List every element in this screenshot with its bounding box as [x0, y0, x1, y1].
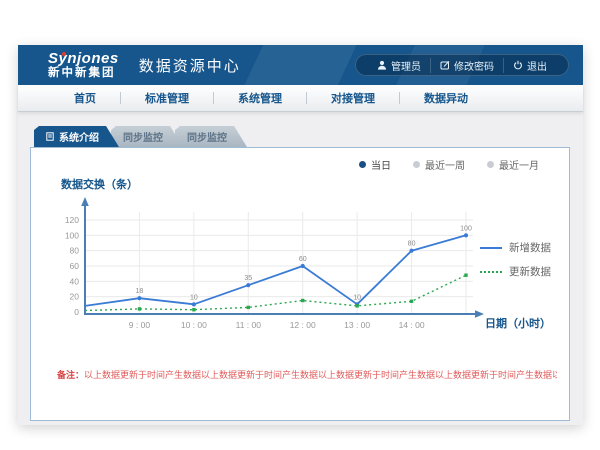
radio-unselected-icon [413, 161, 420, 168]
svg-text:120: 120 [65, 215, 79, 225]
change-password-button[interactable]: 修改密码 [430, 58, 503, 73]
tab-label: 同步监控 [123, 129, 163, 144]
radio-unselected-icon [487, 161, 494, 168]
range-option-3[interactable]: 最近一月 [487, 157, 539, 172]
svg-text:11 : 00: 11 : 00 [236, 320, 262, 330]
svg-text:9 : 00: 9 : 00 [129, 320, 151, 330]
svg-text:10: 10 [190, 294, 198, 301]
y-axis-title: 数据交换（条） [61, 176, 557, 192]
svg-text:20: 20 [70, 292, 80, 302]
document-icon [46, 132, 54, 141]
footnote-text: 以上数据更新于时间产生数据以上数据更新于时间产生数据以上数据更新于时间产生数据以… [84, 370, 557, 380]
synjones-logo: Synjones 新中新集团 [48, 51, 119, 79]
tab-label: 同步监控 [187, 129, 227, 144]
logout-button[interactable]: 退出 [503, 58, 556, 73]
time-range-options: 当日 最近一周 最近一月 [43, 156, 557, 172]
tab-1[interactable]: 系统介绍 [34, 126, 119, 147]
app-title: 数据资源中心 [139, 55, 241, 76]
svg-text:60: 60 [299, 256, 307, 263]
app-header: Synjones 新中新集团 数据资源中心 管理员 修改密码 退出 [18, 45, 583, 85]
current-user-label: 管理员 [391, 58, 421, 73]
footnote-label: 备注： [57, 370, 84, 380]
footnote: 备注：以上数据更新于时间产生数据以上数据更新于时间产生数据以上数据更新于时间产生… [57, 368, 557, 381]
edit-icon [440, 60, 450, 70]
radio-selected-icon [359, 161, 366, 168]
range-option-1[interactable]: 当日 [359, 157, 391, 172]
main-nav: 首页标准管理系统管理对接管理数据异动 [18, 85, 583, 112]
current-user[interactable]: 管理员 [368, 58, 430, 73]
svg-text:13 : 00: 13 : 00 [344, 320, 370, 330]
svg-text:35: 35 [244, 275, 252, 282]
svg-text:10: 10 [353, 294, 361, 301]
tab-label: 系统介绍 [59, 129, 99, 144]
nav-item-4[interactable]: 对接管理 [307, 90, 399, 106]
legend-item-1: 新增数据 [480, 240, 551, 255]
tab-2[interactable]: 同步监控 [111, 126, 183, 147]
chart-legend: 新增数据更新数据 [480, 240, 551, 279]
content-card: 当日 最近一周 最近一月 数据交换（条） 0 20 40 60 80 100 120 9 : 00… [30, 147, 570, 421]
range-option-label: 最近一月 [499, 157, 539, 172]
svg-text:80: 80 [408, 241, 416, 248]
power-icon [513, 60, 523, 70]
user-menu: 管理员 修改密码 退出 [355, 54, 569, 76]
svg-text:0: 0 [74, 307, 79, 317]
legend-label: 新增数据 [509, 240, 551, 255]
svg-text:60: 60 [70, 261, 80, 271]
svg-text:18: 18 [136, 288, 144, 295]
solid-line-swatch [480, 247, 502, 249]
legend-label: 更新数据 [509, 264, 551, 279]
svg-text:14 : 00: 14 : 00 [399, 320, 425, 330]
nav-item-1[interactable]: 首页 [50, 90, 120, 106]
legend-item-2: 更新数据 [480, 264, 551, 279]
logout-button-label: 退出 [527, 58, 547, 73]
nav-item-2[interactable]: 标准管理 [121, 90, 213, 106]
logo-text-cn: 新中新集团 [48, 67, 119, 79]
x-axis-title: 日期（小时） [485, 315, 551, 331]
line-chart: 0 20 40 60 80 100 120 9 : 00 10 : 00 11 : 00 12 : … [51, 194, 491, 354]
content-area: 系统介绍 同步监控 同步监控 当日 最近一周 最近一月 数据交换（条） 0 20 40 60 8… [18, 112, 583, 425]
svg-text:80: 80 [70, 246, 80, 256]
svg-text:12 : 00: 12 : 00 [290, 320, 316, 330]
range-option-label: 当日 [371, 157, 391, 172]
svg-text:10 : 00: 10 : 00 [181, 320, 207, 330]
range-option-label: 最近一周 [425, 157, 465, 172]
svg-text:40: 40 [70, 276, 80, 286]
dotted-line-swatch [480, 271, 502, 273]
svg-text:100: 100 [460, 225, 472, 232]
user-icon [377, 60, 387, 70]
chart-container: 0 20 40 60 80 100 120 9 : 00 10 : 00 11 : 00 12 : … [43, 194, 557, 354]
logo-text-en: Synjones [48, 51, 119, 67]
nav-item-5[interactable]: 数据异动 [400, 90, 492, 106]
tab-bar: 系统介绍 同步监控 同步监控 [34, 126, 583, 147]
nav-item-3[interactable]: 系统管理 [214, 90, 306, 106]
page-background: Synjones 新中新集团 数据资源中心 管理员修改密码退出 首页标准管理系统… [0, 0, 600, 450]
svg-text:100: 100 [65, 230, 79, 240]
change-password-button-label: 修改密码 [454, 58, 494, 73]
app-window: Synjones 新中新集团 数据资源中心 管理员修改密码退出 首页标准管理系统… [18, 45, 583, 425]
tab-3[interactable]: 同步监控 [175, 126, 247, 147]
range-option-2[interactable]: 最近一周 [413, 157, 465, 172]
